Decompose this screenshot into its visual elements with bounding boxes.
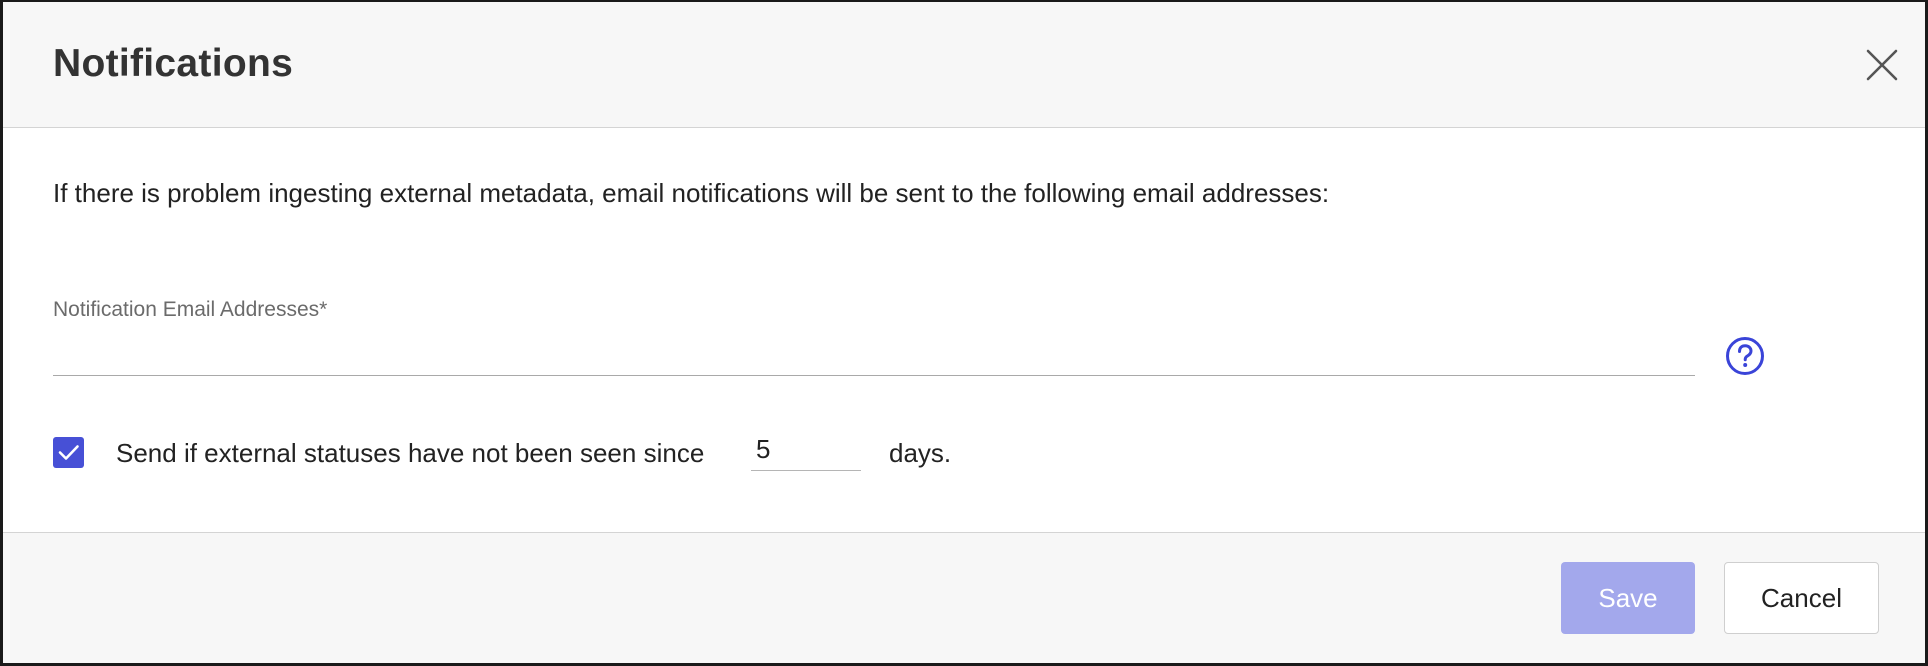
checkmark-icon	[58, 445, 79, 460]
dialog-body: If there is problem ingesting external m…	[3, 128, 1925, 532]
cancel-button[interactable]: Cancel	[1724, 562, 1879, 634]
help-button[interactable]	[1725, 336, 1765, 376]
description-text: If there is problem ingesting external m…	[53, 178, 1330, 208]
email-field-label: Notification Email Addresses*	[53, 298, 328, 321]
email-addresses-input[interactable]	[53, 338, 1695, 376]
save-button[interactable]: Save	[1561, 562, 1695, 634]
stale-status-label: Send if external statuses have not been …	[116, 438, 705, 468]
dialog-header: Notifications	[3, 2, 1925, 128]
notifications-dialog: Notifications If there is problem ingest…	[3, 2, 1925, 663]
days-input[interactable]	[751, 428, 861, 471]
dialog-title: Notifications	[53, 42, 294, 85]
close-icon	[1866, 49, 1898, 81]
days-suffix-label: days.	[889, 438, 952, 468]
dialog-footer: Save Cancel	[3, 532, 1925, 663]
help-circle-icon	[1726, 337, 1764, 375]
stale-status-checkbox[interactable]	[53, 437, 84, 468]
close-button[interactable]	[1859, 42, 1905, 88]
